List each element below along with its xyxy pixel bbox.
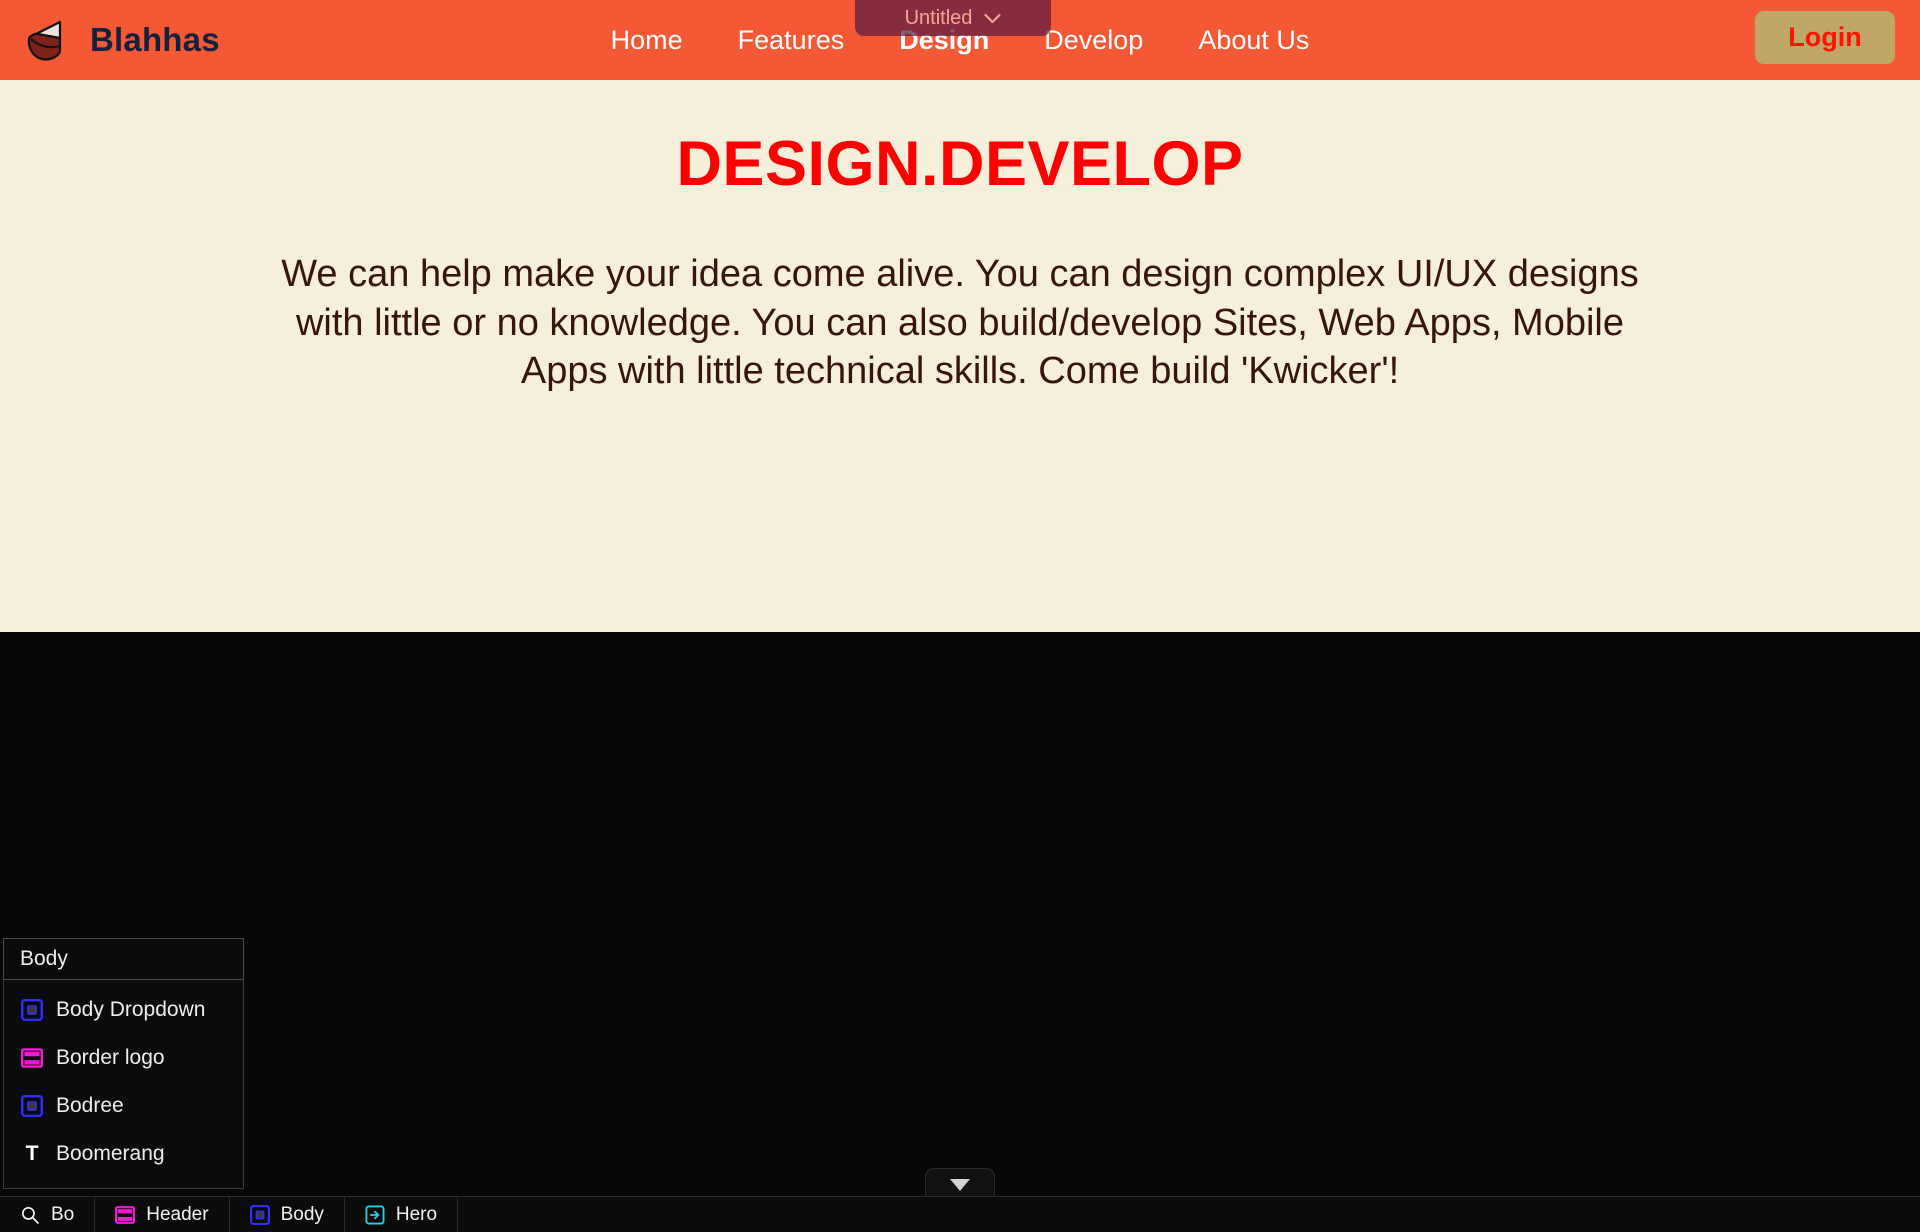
search-icon (21, 1206, 39, 1224)
triangle-down-icon (950, 1179, 970, 1191)
design-canvas: Blahhas Home Features Design Develop Abo… (0, 0, 1920, 1232)
hero-title: DESIGN.DEVELOP (676, 129, 1244, 199)
component-square-icon (249, 1204, 270, 1225)
component-square-icon (21, 999, 43, 1021)
nav-link-home[interactable]: Home (611, 0, 683, 80)
component-square-icon (21, 1095, 43, 1117)
body-region (0, 632, 1920, 1232)
breadcrumb-item-body[interactable]: Body (230, 1197, 345, 1232)
suggestion-label: Border logo (56, 1046, 165, 1069)
suggestion-label: Bodree (56, 1094, 124, 1117)
brand[interactable]: Blahhas (22, 16, 220, 64)
chevron-down-icon[interactable] (984, 13, 1001, 24)
hero-paragraph: We can help make your idea come alive. Y… (281, 253, 1639, 393)
breadcrumb-item-header[interactable]: Header (95, 1197, 230, 1232)
status-search[interactable]: Bo (0, 1197, 96, 1232)
nav-link-features[interactable]: Features (738, 0, 845, 80)
login-button[interactable]: Login (1755, 11, 1895, 64)
selection-badge[interactable]: Untitled (855, 0, 1051, 36)
status-bar-filler (458, 1197, 1920, 1232)
breadcrumb-label: Header (146, 1203, 209, 1225)
autocomplete-input[interactable] (3, 938, 244, 980)
autocomplete-list: Body Dropdown Border logo Bodree T Boome… (3, 980, 244, 1189)
breadcrumb-item-hero[interactable]: Hero (345, 1197, 459, 1232)
boat-sail-logo-icon (27, 20, 62, 61)
nav-link-develop[interactable]: Develop (1044, 0, 1143, 80)
suggestion-item-border-logo[interactable]: Border logo (4, 1034, 243, 1082)
suggestion-item-boomerang[interactable]: T Boomerang (4, 1130, 243, 1178)
suggestion-label: Boomerang (56, 1142, 165, 1165)
hero-section: DESIGN.DEVELOP We can help make your ide… (0, 80, 1920, 632)
breadcrumb-label: Hero (395, 1203, 438, 1225)
suggestion-label: Body Dropdown (56, 998, 206, 1021)
autocomplete-popup: Body Dropdown Border logo Bodree T (3, 938, 244, 1189)
breadcrumb-label: Body (280, 1203, 324, 1225)
header-block-icon (21, 1048, 43, 1068)
arrow-right-box-icon (365, 1205, 385, 1224)
selection-badge-label: Untitled (904, 6, 973, 29)
status-bar: Bo Header Body Hero (0, 1196, 1920, 1232)
nav-link-about-us[interactable]: About Us (1198, 0, 1309, 80)
status-search-value: Bo (51, 1203, 75, 1225)
text-t-icon: T (25, 1142, 39, 1165)
brand-name: Blahhas (90, 21, 220, 58)
header-block-icon (115, 1205, 136, 1224)
suggestion-item-body-dropdown[interactable]: Body Dropdown (4, 986, 243, 1034)
suggestion-item-bodree[interactable]: Bodree (4, 1082, 243, 1130)
